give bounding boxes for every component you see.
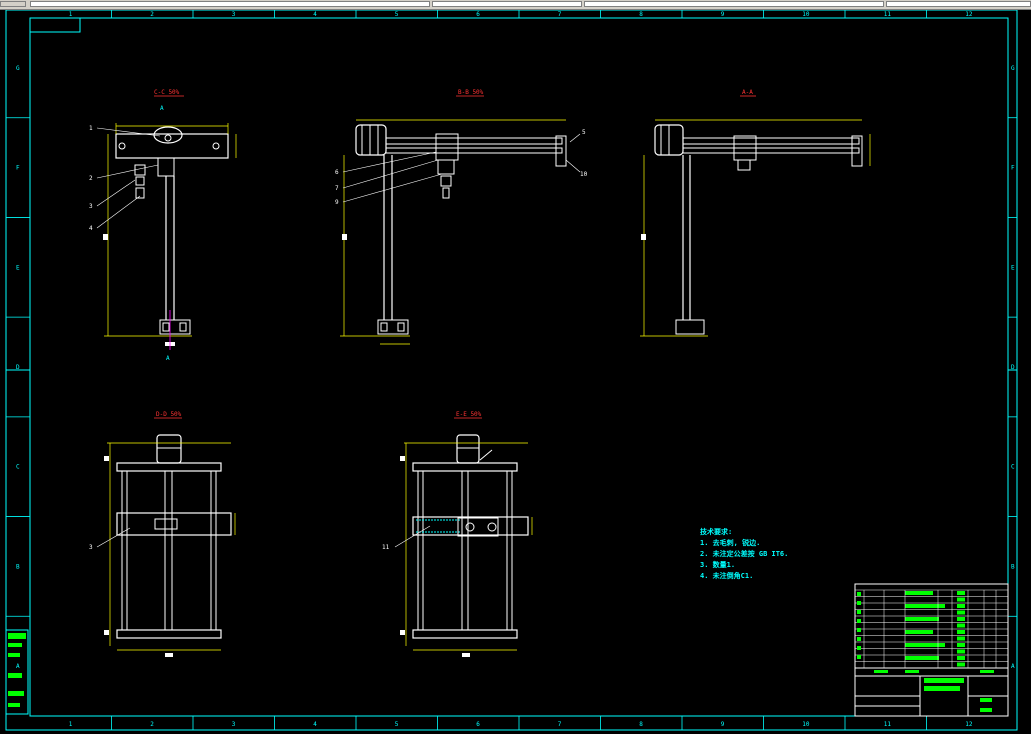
left-legend-block (5, 629, 29, 715)
ruler-right-letter: B (1011, 563, 1015, 570)
section-view-title: A-A (742, 89, 753, 96)
window-toolbar (0, 0, 1031, 10)
section-a-view[interactable]: A-A (640, 89, 871, 337)
ruler-top-number: 12 (965, 11, 973, 18)
ruler-bottom-number: 10 (802, 721, 810, 728)
part-label: 2 (89, 175, 93, 182)
part-label: 3 (89, 203, 93, 210)
technical-notes: 技术要求: 1. 去毛刺, 锐边. 2. 未注定公差按 GB IT6. 3. 数… (700, 527, 788, 582)
ruler-left-letter: C (16, 464, 20, 471)
ruler-top-number: 10 (802, 11, 810, 18)
motor (355, 124, 387, 156)
ruler-bottom-number: 1 (69, 721, 73, 728)
drive-block (157, 157, 175, 177)
ruler-left-letter: G (16, 65, 20, 72)
ruler-left-letter: F (16, 165, 20, 172)
note-item: 2. 未注定公差按 GB IT6. (700, 550, 789, 558)
ruler-bottom: 1 2 3 4 5 6 7 8 9 10 11 12 (69, 716, 973, 730)
ruler-top-number: 1 (69, 11, 73, 18)
bottom-left-view[interactable]: D-D 50% 3 (89, 411, 236, 657)
ruler-top-number: 3 (232, 11, 236, 18)
ruler-top: 1 2 3 4 5 6 7 8 9 10 11 12 (69, 10, 973, 18)
front-view-title: C-C 50% (154, 89, 180, 96)
ruler-bottom-number: 12 (965, 721, 973, 728)
bottom-left-title: D-D 50% (156, 411, 182, 418)
bottom-frame (116, 629, 222, 639)
ruler-left-letter: A (16, 663, 20, 670)
ruler-bottom-number: 9 (721, 721, 725, 728)
ruler-left-letter: D (16, 364, 20, 371)
part-label: 1 (89, 125, 93, 132)
notes-title: 技术要求: (700, 528, 733, 536)
bottom-right-title: E-E 50% (456, 411, 482, 418)
ruler-bottom-number: 4 (313, 721, 317, 728)
part-label: 3 (89, 544, 93, 551)
ruler-bottom-number: 5 (395, 721, 399, 728)
slide-beam (116, 512, 232, 536)
ruler-right-letter: E (1011, 264, 1015, 271)
ruler-bottom-number: 11 (884, 721, 892, 728)
section-marker-a-top: A (160, 105, 164, 112)
ruler-left-letter: E (16, 264, 20, 271)
part-label: 5 (582, 129, 586, 136)
note-item: 1. 去毛刺, 锐边. (700, 539, 761, 547)
section-marker-a-bottom: A (166, 355, 170, 362)
part-label: 11 (382, 544, 390, 551)
drawing-frame (29, 17, 1009, 717)
ruler-left: G F E D C B A (6, 65, 30, 670)
part-label: 6 (335, 169, 339, 176)
ruler-right-letter: D (1011, 364, 1015, 371)
ruler-top-number: 9 (721, 11, 725, 18)
ruler-top-number: 5 (395, 11, 399, 18)
toolbar-field[interactable] (432, 1, 582, 7)
ruler-right-letter: F (1011, 165, 1015, 172)
title-block-rows (855, 589, 1008, 668)
ruler-right: G F E D C B A (1008, 65, 1017, 670)
part-label: 10 (580, 171, 588, 178)
part-label: 9 (335, 199, 339, 206)
toolbar-field[interactable] (886, 1, 1031, 7)
part-label: 4 (89, 225, 93, 232)
ruler-right-letter: C (1011, 464, 1015, 471)
ruler-top-number: 11 (884, 11, 892, 18)
toolbar-button[interactable] (0, 1, 26, 7)
ruler-bottom-number: 7 (558, 721, 562, 728)
ruler-bottom-number: 3 (232, 721, 236, 728)
note-item: 4. 未注倒角C1. (700, 572, 754, 580)
ruler-top-number: 2 (150, 11, 154, 18)
crossbeam (115, 133, 229, 159)
ruler-bottom-number: 8 (639, 721, 643, 728)
side-view[interactable]: B-B 50% 5 6 7 9 10 (335, 89, 588, 345)
ruler-bottom-number: 2 (150, 721, 154, 728)
side-view-title: B-B 50% (458, 89, 484, 96)
ruler-left-letter: B (16, 563, 20, 570)
front-view[interactable]: C-C 50% A A 1 2 3 4 (89, 89, 237, 362)
top-frame (116, 462, 222, 472)
bottom-right-view[interactable]: E-E 50% 11 (382, 411, 533, 657)
toolbar-field[interactable] (30, 1, 430, 7)
part-label: 7 (335, 185, 339, 192)
note-item: 3. 数量1. (700, 561, 736, 569)
ruler-top-number: 8 (639, 11, 643, 18)
corner-box (29, 17, 81, 33)
ruler-top-number: 6 (476, 11, 480, 18)
ruler-top-number: 4 (313, 11, 317, 18)
title-block[interactable] (854, 583, 1009, 717)
ruler-right-letter: A (1011, 663, 1015, 670)
ruler-bottom-number: 6 (476, 721, 480, 728)
toolbar-field[interactable] (584, 1, 884, 7)
ruler-top-number: 7 (558, 11, 562, 18)
arm-rail (385, 137, 563, 145)
ruler-right-letter: G (1011, 65, 1015, 72)
drawing-sheet[interactable]: 1 2 3 4 5 6 7 8 9 10 11 12 1 2 3 4 5 6 7 8 9 10 11 12 GFEDCBA … (0, 10, 1031, 734)
